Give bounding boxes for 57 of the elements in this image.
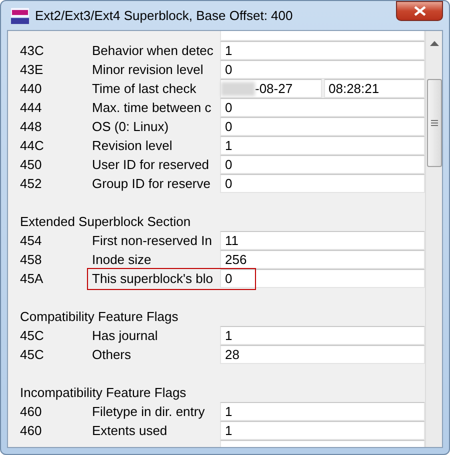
value-field[interactable]: 0: [220, 174, 425, 193]
value-field[interactable]: 08:28:21: [324, 79, 425, 98]
offset-text: 43C: [20, 42, 45, 60]
value-field[interactable]: 1: [220, 326, 425, 345]
value-field[interactable]: 1: [220, 402, 425, 421]
section-heading: Extended Superblock Section: [20, 213, 192, 231]
field-label: OS (0: Linux): [92, 118, 170, 136]
field-label: Group ID for reserve: [92, 174, 212, 193]
value-field[interactable]: 1: [220, 41, 425, 60]
field-label: User ID for reserved: [92, 156, 210, 174]
grip-icon: [430, 120, 438, 126]
offset-text: 43E: [20, 60, 44, 79]
field-label: Others: [92, 346, 132, 364]
value-field[interactable]: 28: [220, 345, 425, 364]
section-heading: Compatibility Feature Flags: [20, 308, 180, 326]
offset-text: 444: [20, 98, 43, 117]
value-field[interactable]: 0: [220, 117, 425, 136]
value-field[interactable]: -08-27: [220, 79, 322, 98]
scrollbar[interactable]: [425, 31, 442, 447]
value-field[interactable]: 1: [220, 421, 425, 440]
window-title: Ext2/Ext3/Ext4 Superblock, Base Offset: 400: [35, 6, 293, 25]
scroll-thumb[interactable]: [426, 79, 442, 167]
offset-text: 44C: [20, 136, 45, 155]
offset-text: 454: [20, 232, 43, 250]
offset-text: 452: [20, 174, 43, 193]
field-label: Max. time between c: [92, 98, 212, 117]
field-label: Inode size: [92, 250, 152, 269]
offset-text: 45A: [20, 270, 44, 288]
field-label: Revision level: [92, 136, 174, 155]
close-icon: [414, 6, 426, 16]
field-label: Extents used: [92, 422, 168, 440]
offset-text: 45C: [20, 346, 45, 364]
value-field[interactable]: 256: [220, 250, 425, 269]
value-field[interactable]: 0: [220, 155, 425, 174]
offset-text: 460: [20, 402, 43, 421]
field-label: Has journal: [92, 326, 159, 345]
offset-text: 448: [20, 118, 43, 136]
value-field[interactable]: 0: [220, 98, 425, 117]
field-label: Behavior when detec: [92, 42, 214, 60]
section-heading: Incompatibility Feature Flags: [20, 384, 188, 402]
field-label: Filetype in dir. entry: [92, 402, 206, 421]
scroll-up-icon[interactable]: [430, 41, 438, 47]
offset-text: 458: [20, 250, 43, 269]
offset-text: 460: [20, 422, 43, 440]
offset-text: 45C: [20, 326, 45, 345]
offset-text: 450: [20, 156, 43, 174]
field-label: First non-reserved In: [92, 232, 213, 250]
field-label: This superblock's blo: [92, 270, 214, 288]
app-icon: [11, 8, 29, 24]
value-field[interactable]: 0: [220, 269, 425, 288]
field-label: Time of last check: [92, 80, 198, 98]
value-field[interactable]: 11: [220, 231, 425, 250]
value-field[interactable]: 0: [220, 60, 425, 79]
offset-text: 440: [20, 80, 43, 98]
field-label: Minor revision level: [92, 60, 204, 79]
close-button[interactable]: [396, 1, 443, 21]
value-field[interactable]: 1: [220, 136, 425, 155]
